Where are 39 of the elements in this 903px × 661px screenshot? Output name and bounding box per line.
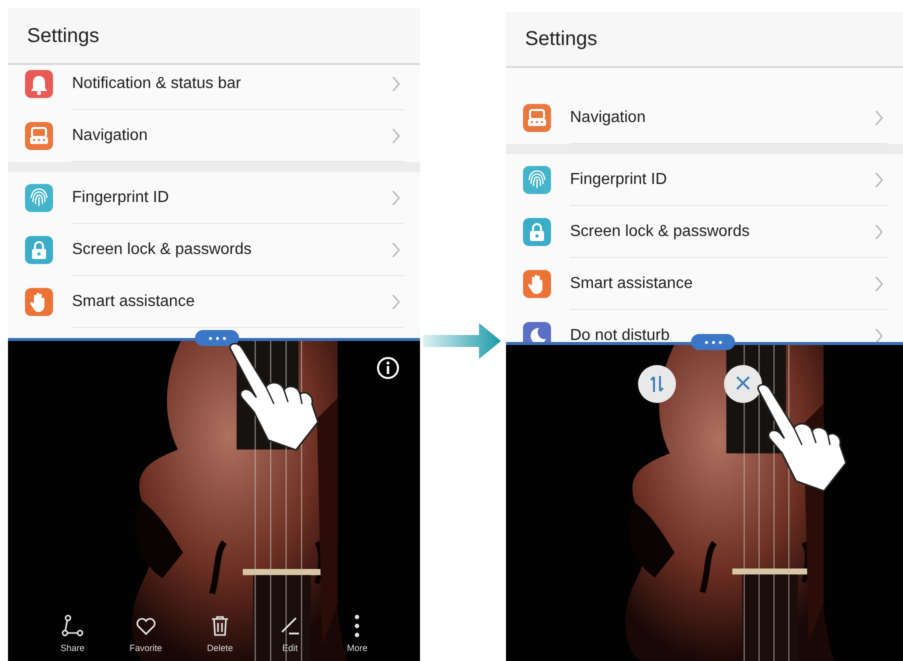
info-icon — [376, 356, 400, 380]
row-label: Smart assistance — [570, 274, 693, 294]
row-label: Fingerprint ID — [72, 188, 169, 208]
row-label: Screen lock & passwords — [570, 222, 750, 242]
drag-handle[interactable] — [195, 330, 239, 346]
chevron-icon — [391, 292, 401, 311]
settings-row[interactable]: Smart assistance — [506, 258, 903, 310]
row-label: Navigation — [72, 126, 148, 146]
chevron-icon — [874, 222, 884, 241]
chevron-icon — [391, 240, 401, 259]
info-button[interactable] — [376, 356, 400, 380]
share-icon — [60, 614, 84, 638]
chevron-icon — [874, 274, 884, 293]
settings-row[interactable]: Notification & status bar — [8, 65, 420, 110]
row-label: Do not disturb — [570, 326, 670, 342]
settings-row[interactable]: Screen lock & passwords — [506, 206, 903, 258]
toolbar-button[interactable]: Favorite — [130, 614, 162, 655]
chevron-icon — [874, 108, 884, 127]
chevron-icon — [391, 74, 401, 93]
more-icon — [354, 614, 360, 638]
row-label: Screen lock & passwords — [72, 240, 252, 260]
row-label: Fingerprint ID — [570, 170, 667, 190]
row-label: Notification & status bar — [72, 74, 241, 94]
screen-title: Settings — [525, 27, 598, 52]
chevron-icon — [874, 170, 884, 189]
screen-title: Settings — [27, 24, 100, 48]
settings-row[interactable]: Smart assistance — [8, 276, 420, 328]
settings-row[interactable]: Screen lock & passwords — [8, 224, 420, 276]
chevron-icon — [391, 126, 401, 145]
chevron-icon — [391, 188, 401, 207]
drag-handle[interactable] — [691, 334, 735, 350]
toolbar-button[interactable]: Delete — [207, 614, 234, 655]
settings-row[interactable]: Fingerprint ID — [506, 154, 903, 206]
row-label: Smart assistance — [72, 292, 195, 312]
toolbar-button[interactable]: More — [346, 614, 368, 655]
chevron-icon — [874, 326, 884, 342]
row-label: Navigation — [570, 108, 646, 128]
settings-row[interactable]: Fingerprint ID — [8, 172, 420, 224]
toolbar-button[interactable]: Share — [60, 614, 85, 655]
